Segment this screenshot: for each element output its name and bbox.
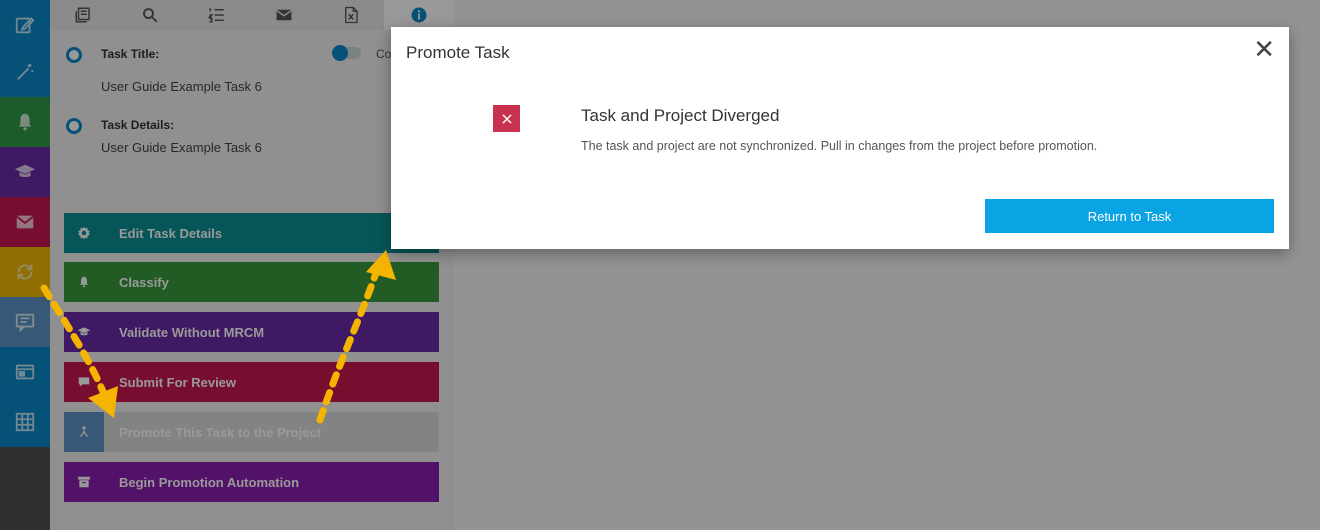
error-x-icon: [501, 113, 512, 124]
close-icon[interactable]: ✕: [1253, 36, 1275, 62]
promote-task-dialog: Promote Task ✕ Task and Project Diverged…: [391, 27, 1289, 249]
error-message: The task and project are not synchronize…: [581, 139, 1098, 153]
annotation-arrow-1: [40, 284, 108, 398]
error-title: Task and Project Diverged: [581, 106, 780, 125]
annotation-arrow-2: [316, 266, 381, 424]
dialog-title: Promote Task: [406, 43, 510, 62]
error-icon: [493, 105, 520, 132]
annotation-arrowhead-2: [366, 250, 396, 280]
return-to-task-button[interactable]: Return to Task: [985, 199, 1274, 233]
